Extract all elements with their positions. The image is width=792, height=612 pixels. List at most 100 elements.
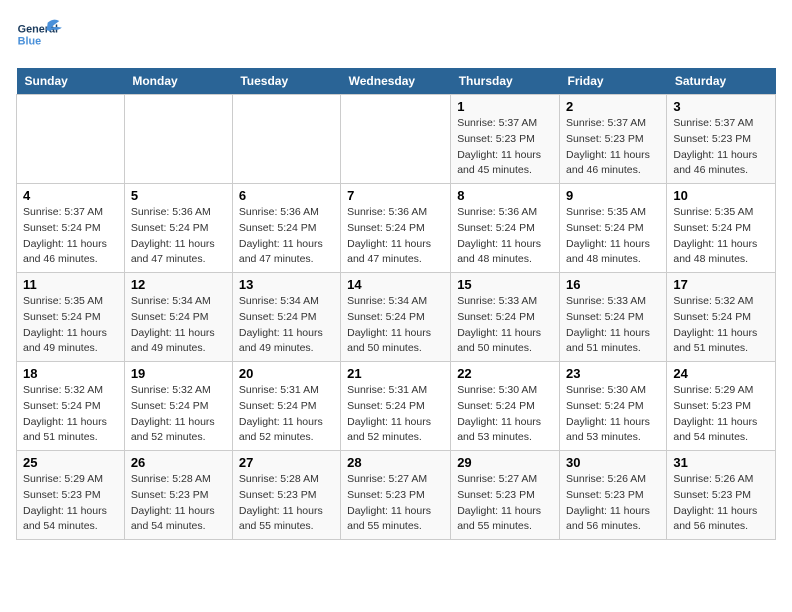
calendar-cell: 25 Sunrise: 5:29 AMSunset: 5:23 PMDayligh… [17, 451, 125, 540]
calendar-cell: 24Sunrise: 5:29 AMSunset: 5:23 PMDayligh… [667, 362, 776, 451]
day-info: Sunrise: 5:32 AMSunset: 5:24 PMDaylight:… [673, 294, 769, 357]
day-number: 17 [673, 277, 769, 292]
day-number: 14 [347, 277, 444, 292]
day-info: Sunrise: 5:33 AMSunset: 5:24 PMDaylight:… [457, 294, 553, 357]
calendar-cell [232, 95, 340, 184]
day-number: 25 [23, 455, 118, 470]
calendar-cell: 8 Sunrise: 5:36 AMSunset: 5:24 PMDaylight… [451, 184, 560, 273]
day-info: Sunrise: 5:35 AMSunset: 5:24 PMDaylight:… [23, 294, 118, 357]
calendar-cell [341, 95, 451, 184]
day-info: Sunrise: 5:29 AMSunset: 5:23 PMDaylight:… [23, 472, 118, 535]
day-info: Sunrise: 5:29 AMSunset: 5:23 PMDaylight:… [673, 383, 769, 446]
day-info: Sunrise: 5:32 AMSunset: 5:24 PMDaylight:… [131, 383, 226, 446]
day-number: 13 [239, 277, 334, 292]
logo-icon: General Blue [16, 16, 66, 56]
calendar-cell: 1 Sunrise: 5:37 AMSunset: 5:23 PMDaylight… [451, 95, 560, 184]
day-number: 29 [457, 455, 553, 470]
calendar-cell: 18Sunrise: 5:32 AMSunset: 5:24 PMDayligh… [17, 362, 125, 451]
calendar-cell: 22 Sunrise: 5:30 AMSunset: 5:24 PMDayligh… [451, 362, 560, 451]
day-number: 31 [673, 455, 769, 470]
day-number: 26 [131, 455, 226, 470]
day-info: Sunrise: 5:36 AMSunset: 5:24 PMDaylight:… [131, 205, 226, 268]
logo: General Blue [16, 16, 66, 56]
day-info: Sunrise: 5:30 AMSunset: 5:24 PMDaylight:… [457, 383, 553, 446]
calendar-cell: 12Sunrise: 5:34 AMSunset: 5:24 PMDayligh… [124, 273, 232, 362]
day-info: Sunrise: 5:35 AMSunset: 5:24 PMDaylight:… [673, 205, 769, 268]
day-number: 5 [131, 188, 226, 203]
day-info: Sunrise: 5:27 AMSunset: 5:23 PMDaylight:… [457, 472, 553, 535]
day-info: Sunrise: 5:27 AMSunset: 5:23 PMDaylight:… [347, 472, 444, 535]
weekday-row: SundayMondayTuesdayWednesdayThursdayFrid… [17, 68, 776, 95]
calendar-cell: 7 Sunrise: 5:36 AMSunset: 5:24 PMDaylight… [341, 184, 451, 273]
day-info: Sunrise: 5:36 AMSunset: 5:24 PMDaylight:… [239, 205, 334, 268]
calendar-cell: 27 Sunrise: 5:28 AMSunset: 5:23 PMDayligh… [232, 451, 340, 540]
day-info: Sunrise: 5:28 AMSunset: 5:23 PMDaylight:… [131, 472, 226, 535]
day-number: 20 [239, 366, 334, 381]
calendar-cell: 28 Sunrise: 5:27 AMSunset: 5:23 PMDayligh… [341, 451, 451, 540]
day-number: 1 [457, 99, 553, 114]
day-info: Sunrise: 5:36 AMSunset: 5:24 PMDaylight:… [347, 205, 444, 268]
day-info: Sunrise: 5:28 AMSunset: 5:23 PMDaylight:… [239, 472, 334, 535]
day-number: 2 [566, 99, 660, 114]
calendar-cell: 21 Sunrise: 5:31 AMSunset: 5:24 PMDayligh… [341, 362, 451, 451]
calendar-table: SundayMondayTuesdayWednesdayThursdayFrid… [16, 68, 776, 540]
calendar-cell: 13 Sunrise: 5:34 AMSunset: 5:24 PMDayligh… [232, 273, 340, 362]
weekday-header-tuesday: Tuesday [232, 68, 340, 95]
calendar-cell: 19Sunrise: 5:32 AMSunset: 5:24 PMDayligh… [124, 362, 232, 451]
calendar-cell: 29 Sunrise: 5:27 AMSunset: 5:23 PMDayligh… [451, 451, 560, 540]
calendar-cell: 9Sunrise: 5:35 AMSunset: 5:24 PMDaylight… [560, 184, 667, 273]
page-header: General Blue [16, 16, 776, 56]
calendar-cell: 15 Sunrise: 5:33 AMSunset: 5:24 PMDayligh… [451, 273, 560, 362]
day-info: Sunrise: 5:26 AMSunset: 5:23 PMDaylight:… [566, 472, 660, 535]
day-info: Sunrise: 5:33 AMSunset: 5:24 PMDaylight:… [566, 294, 660, 357]
day-info: Sunrise: 5:36 AMSunset: 5:24 PMDaylight:… [457, 205, 553, 268]
calendar-cell: 6 Sunrise: 5:36 AMSunset: 5:24 PMDaylight… [232, 184, 340, 273]
calendar-week-5: 25 Sunrise: 5:29 AMSunset: 5:23 PMDayligh… [17, 451, 776, 540]
day-number: 8 [457, 188, 553, 203]
day-number: 28 [347, 455, 444, 470]
calendar-header: SundayMondayTuesdayWednesdayThursdayFrid… [17, 68, 776, 95]
calendar-cell: 3Sunrise: 5:37 AMSunset: 5:23 PMDaylight… [667, 95, 776, 184]
day-info: Sunrise: 5:37 AMSunset: 5:24 PMDaylight:… [23, 205, 118, 268]
weekday-header-thursday: Thursday [451, 68, 560, 95]
day-number: 22 [457, 366, 553, 381]
calendar-cell [124, 95, 232, 184]
calendar-week-4: 18Sunrise: 5:32 AMSunset: 5:24 PMDayligh… [17, 362, 776, 451]
calendar-cell: 30 Sunrise: 5:26 AMSunset: 5:23 PMDayligh… [560, 451, 667, 540]
weekday-header-wednesday: Wednesday [341, 68, 451, 95]
calendar-cell: 2 Sunrise: 5:37 AMSunset: 5:23 PMDaylight… [560, 95, 667, 184]
calendar-cell: 5 Sunrise: 5:36 AMSunset: 5:24 PMDaylight… [124, 184, 232, 273]
day-info: Sunrise: 5:30 AMSunset: 5:24 PMDaylight:… [566, 383, 660, 446]
day-info: Sunrise: 5:37 AMSunset: 5:23 PMDaylight:… [673, 116, 769, 179]
day-info: Sunrise: 5:32 AMSunset: 5:24 PMDaylight:… [23, 383, 118, 446]
calendar-week-1: 1 Sunrise: 5:37 AMSunset: 5:23 PMDaylight… [17, 95, 776, 184]
day-number: 16 [566, 277, 660, 292]
day-number: 9 [566, 188, 660, 203]
day-info: Sunrise: 5:34 AMSunset: 5:24 PMDaylight:… [347, 294, 444, 357]
calendar-cell: 16 Sunrise: 5:33 AMSunset: 5:24 PMDayligh… [560, 273, 667, 362]
day-number: 21 [347, 366, 444, 381]
weekday-header-friday: Friday [560, 68, 667, 95]
day-info: Sunrise: 5:34 AMSunset: 5:24 PMDaylight:… [239, 294, 334, 357]
calendar-cell: 31Sunrise: 5:26 AMSunset: 5:23 PMDayligh… [667, 451, 776, 540]
svg-text:Blue: Blue [18, 35, 41, 47]
day-number: 6 [239, 188, 334, 203]
day-number: 4 [23, 188, 118, 203]
calendar-week-3: 11Sunrise: 5:35 AMSunset: 5:24 PMDayligh… [17, 273, 776, 362]
day-number: 7 [347, 188, 444, 203]
day-info: Sunrise: 5:37 AMSunset: 5:23 PMDaylight:… [566, 116, 660, 179]
day-info: Sunrise: 5:31 AMSunset: 5:24 PMDaylight:… [239, 383, 334, 446]
weekday-header-saturday: Saturday [667, 68, 776, 95]
day-info: Sunrise: 5:31 AMSunset: 5:24 PMDaylight:… [347, 383, 444, 446]
day-number: 30 [566, 455, 660, 470]
calendar-week-2: 4 Sunrise: 5:37 AMSunset: 5:24 PMDaylight… [17, 184, 776, 273]
calendar-cell: 10Sunrise: 5:35 AMSunset: 5:24 PMDayligh… [667, 184, 776, 273]
day-number: 15 [457, 277, 553, 292]
calendar-cell: 14 Sunrise: 5:34 AMSunset: 5:24 PMDayligh… [341, 273, 451, 362]
calendar-cell: 23 Sunrise: 5:30 AMSunset: 5:24 PMDayligh… [560, 362, 667, 451]
day-number: 27 [239, 455, 334, 470]
calendar-cell [17, 95, 125, 184]
calendar-cell: 26 Sunrise: 5:28 AMSunset: 5:23 PMDayligh… [124, 451, 232, 540]
day-info: Sunrise: 5:37 AMSunset: 5:23 PMDaylight:… [457, 116, 553, 179]
day-number: 23 [566, 366, 660, 381]
